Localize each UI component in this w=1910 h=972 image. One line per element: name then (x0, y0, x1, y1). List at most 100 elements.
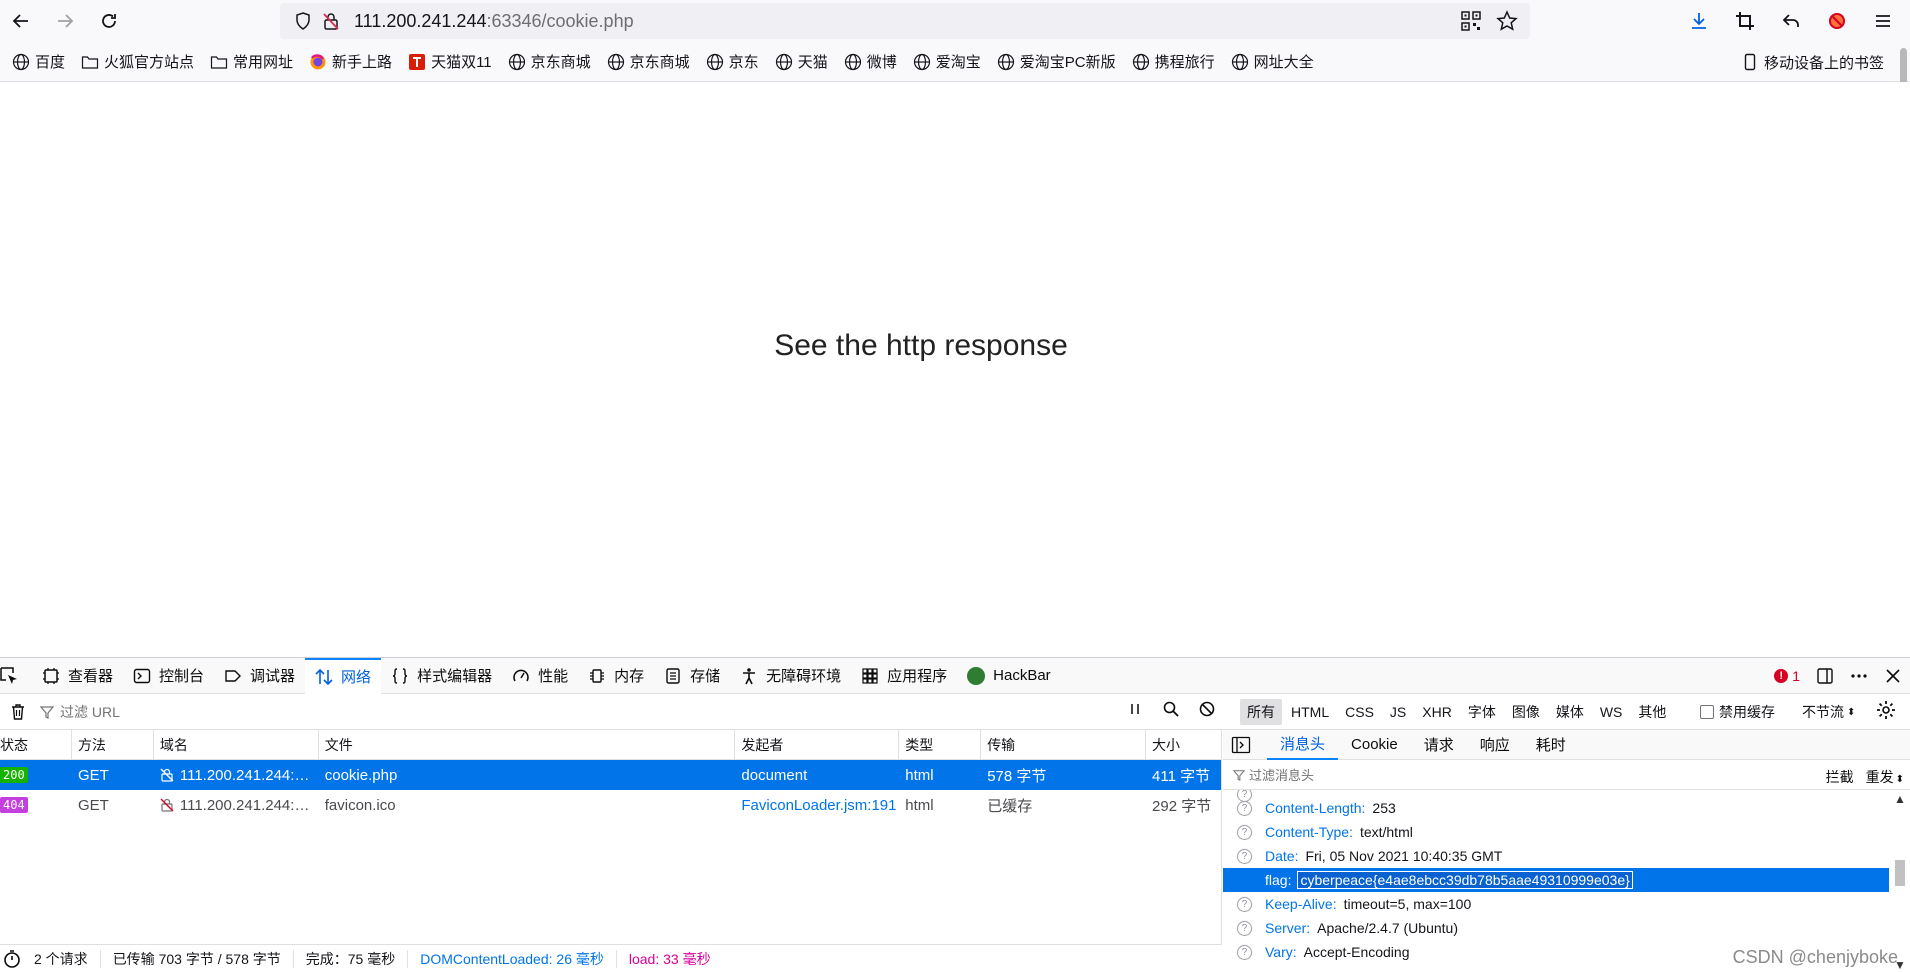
filter-js[interactable]: JS (1383, 701, 1413, 723)
tab-hackbar[interactable]: HackBar (957, 658, 1061, 694)
header-row[interactable]: ? Date: Fri, 05 Nov 2021 10:40:35 GMT (1223, 844, 1889, 868)
tab-headers[interactable]: 消息头 (1267, 730, 1339, 760)
bookmark-item[interactable]: 天猫双11 (402, 47, 498, 77)
header-row[interactable]: ? Keep-Alive: timeout=5, max=100 (1223, 892, 1889, 916)
mobile-bookmarks[interactable]: 移动设备上的书签 (1735, 47, 1890, 77)
block-button[interactable]: 拦截 (1826, 767, 1854, 787)
checkbox[interactable] (1700, 705, 1714, 719)
header-row[interactable]: ? Content-Length: 253 (1223, 796, 1889, 820)
help-icon[interactable]: ? (1237, 920, 1252, 936)
pause-icon[interactable] (1126, 700, 1144, 718)
initiator-link[interactable]: FaviconLoader.jsm:191 (735, 790, 899, 820)
header-value[interactable]: cyberpeace{e4ae8ebcc39db78b5aae49310999e… (1297, 871, 1633, 889)
reply-button[interactable] (1774, 4, 1808, 38)
tab-cookies[interactable]: Cookie (1338, 730, 1411, 760)
bookmark-item[interactable]: 京东商城 (502, 47, 597, 77)
search-icon[interactable] (1162, 700, 1180, 718)
clear-button[interactable] (0, 703, 36, 721)
filter-html[interactable]: HTML (1284, 701, 1336, 723)
bookmark-item[interactable]: 百度 (6, 47, 71, 77)
tab-network[interactable]: 网络 (305, 657, 382, 694)
header-row[interactable]: ? Server: Apache/2.4.7 (Ubuntu) (1223, 916, 1889, 940)
filter-all[interactable]: 所有 (1240, 699, 1282, 725)
url-text[interactable]: 111.200.241.244:63346/cookie.php (354, 11, 634, 32)
screenshot-button[interactable] (1728, 4, 1762, 38)
tab-response[interactable]: 响应 (1467, 730, 1523, 760)
help-icon[interactable]: ? (1237, 800, 1252, 816)
filter-xhr[interactable]: XHR (1415, 701, 1459, 723)
bookmark-item[interactable]: 网址大全 (1225, 47, 1320, 77)
help-icon[interactable]: ? (1237, 848, 1252, 864)
throttle-select[interactable]: 不节流 ⬍ (1802, 702, 1855, 722)
scrollbar-thumb[interactable] (1895, 860, 1905, 886)
bookmark-item[interactable]: 微博 (838, 47, 903, 77)
downloads-button[interactable] (1682, 4, 1716, 38)
table-row[interactable]: 404 GET 111.200.241.244:63346 favicon.ic… (0, 790, 1221, 820)
filter-images[interactable]: 图像 (1505, 699, 1547, 725)
network-settings-button[interactable] (1876, 700, 1896, 720)
bookmark-item[interactable]: 爱淘宝PC新版 (991, 47, 1122, 77)
forward-button[interactable] (48, 4, 82, 38)
reload-button[interactable] (92, 4, 126, 38)
filter-headers-input[interactable]: 过滤消息头 拦截 重发 ⬍ (1223, 760, 1910, 790)
bookmark-folder[interactable]: 火狐官方站点 (75, 47, 200, 77)
block-icon[interactable] (1198, 700, 1216, 718)
tab-memory[interactable]: 内存 (578, 658, 654, 694)
tab-inspector[interactable]: 查看器 (32, 658, 123, 694)
tab-style-editor[interactable]: 样式编辑器 (381, 658, 502, 694)
help-icon[interactable]: ? (1237, 824, 1252, 840)
menu-button[interactable] (1866, 4, 1900, 38)
col-initiator[interactable]: 发起者 (735, 730, 900, 759)
tab-debugger[interactable]: 调试器 (214, 658, 305, 694)
table-row[interactable]: 200 GET 111.200.241.244:63346 cookie.php… (0, 760, 1221, 790)
bookmark-item[interactable]: 携程旅行 (1126, 47, 1221, 77)
tab-console[interactable]: 控制台 (123, 658, 214, 694)
header-row[interactable]: ? Content-Type: text/html (1223, 820, 1889, 844)
bookmark-item[interactable]: 新手上路 (303, 47, 398, 77)
disable-cache-checkbox[interactable]: 禁用缓存 (1700, 702, 1775, 722)
tab-application[interactable]: 应用程序 (851, 658, 957, 694)
close-icon[interactable] (1884, 667, 1902, 685)
stopwatch-icon[interactable] (2, 949, 22, 969)
tab-performance[interactable]: 性能 (502, 658, 578, 694)
col-file[interactable]: 文件 (319, 730, 736, 759)
help-icon[interactable]: ? (1237, 944, 1252, 960)
error-count-badge[interactable]: ! 1 (1774, 668, 1800, 684)
col-size[interactable]: 大小 (1146, 730, 1221, 759)
toggle-sidebar-icon[interactable] (1231, 736, 1251, 754)
more-options-icon[interactable] (1850, 667, 1868, 685)
headers-scrollbar[interactable]: ▲ ▼ (1890, 790, 1910, 972)
filter-fonts[interactable]: 字体 (1461, 699, 1503, 725)
back-button[interactable] (4, 4, 38, 38)
col-status[interactable]: 状态 (0, 730, 72, 759)
url-bar[interactable]: 111.200.241.244:63346/cookie.php (280, 3, 1530, 39)
bookmark-folder[interactable]: 常用网址 (204, 47, 299, 77)
qr-code-icon[interactable] (1460, 10, 1482, 32)
resend-button[interactable]: 重发 ⬍ (1866, 767, 1904, 787)
scroll-up-icon[interactable]: ▲ (1894, 792, 1906, 806)
dock-side-icon[interactable] (1816, 667, 1834, 685)
filter-ws[interactable]: WS (1593, 701, 1630, 723)
col-domain[interactable]: 域名 (154, 730, 319, 759)
bookmark-item[interactable]: 京东商城 (601, 47, 696, 77)
bookmark-star-icon[interactable] (1496, 10, 1518, 32)
tab-storage[interactable]: 存储 (654, 658, 730, 694)
filter-css[interactable]: CSS (1338, 701, 1381, 723)
help-icon[interactable]: ? (1237, 896, 1252, 912)
insecure-lock-icon[interactable] (320, 10, 342, 32)
tab-timings[interactable]: 耗时 (1523, 730, 1579, 760)
filter-media[interactable]: 媒体 (1549, 699, 1591, 725)
element-picker-button[interactable] (0, 658, 32, 694)
bookmark-item[interactable]: 爱淘宝 (907, 47, 987, 77)
extension-button[interactable] (1820, 4, 1854, 38)
bookmark-item[interactable]: 天猫 (769, 47, 834, 77)
filter-url-input[interactable]: 过滤 URL (40, 701, 1120, 723)
tab-request[interactable]: 请求 (1411, 730, 1467, 760)
header-row-flag[interactable]: flag: cyberpeace{e4ae8ebcc39db78b5aae4931… (1223, 868, 1889, 892)
col-transferred[interactable]: 传输 (981, 730, 1147, 759)
shield-icon[interactable] (292, 10, 314, 32)
filter-other[interactable]: 其他 (1631, 699, 1673, 725)
col-type[interactable]: 类型 (899, 730, 982, 759)
tab-accessibility[interactable]: 无障碍环境 (730, 658, 851, 694)
bookmark-item[interactable]: 京东 (700, 47, 765, 77)
